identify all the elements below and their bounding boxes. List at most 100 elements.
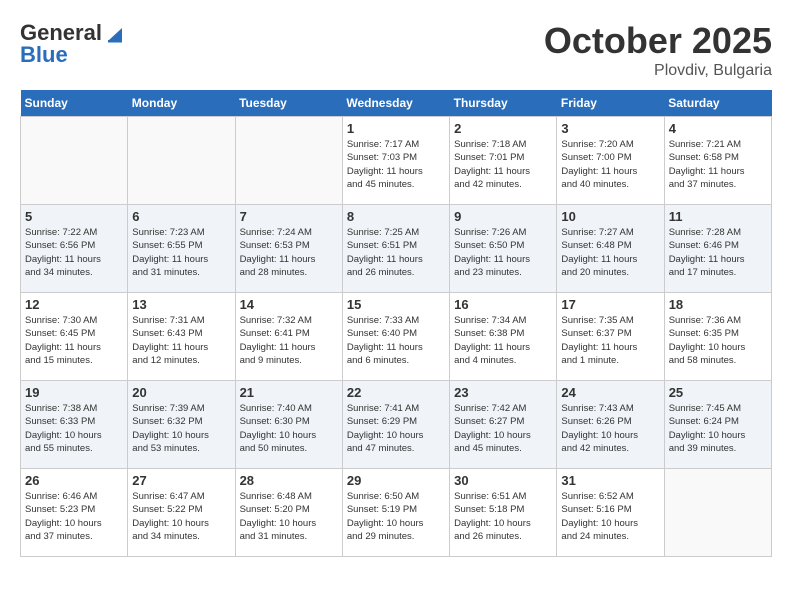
day-info: Sunrise: 7:32 AM Sunset: 6:41 PM Dayligh… [240, 314, 338, 367]
calendar-cell: 17 Sunrise: 7:35 AM Sunset: 6:37 PM Dayli… [557, 293, 664, 381]
day-info: Sunrise: 7:38 AM Sunset: 6:33 PM Dayligh… [25, 402, 123, 455]
day-info: Sunrise: 7:20 AM Sunset: 7:00 PM Dayligh… [561, 138, 659, 191]
day-number: 20 [132, 385, 230, 400]
calendar-cell: 7 Sunrise: 7:24 AM Sunset: 6:53 PM Daylig… [235, 205, 342, 293]
day-info: Sunrise: 7:18 AM Sunset: 7:01 PM Dayligh… [454, 138, 552, 191]
day-number: 6 [132, 209, 230, 224]
day-number: 22 [347, 385, 445, 400]
calendar-cell [21, 117, 128, 205]
calendar-cell: 28 Sunrise: 6:48 AM Sunset: 5:20 PM Dayli… [235, 469, 342, 557]
calendar-week-row: 19 Sunrise: 7:38 AM Sunset: 6:33 PM Dayli… [21, 381, 772, 469]
day-number: 2 [454, 121, 552, 136]
day-info: Sunrise: 7:21 AM Sunset: 6:58 PM Dayligh… [669, 138, 767, 191]
day-info: Sunrise: 7:23 AM Sunset: 6:55 PM Dayligh… [132, 226, 230, 279]
day-info: Sunrise: 7:45 AM Sunset: 6:24 PM Dayligh… [669, 402, 767, 455]
calendar-cell: 12 Sunrise: 7:30 AM Sunset: 6:45 PM Dayli… [21, 293, 128, 381]
day-number: 14 [240, 297, 338, 312]
calendar-cell: 2 Sunrise: 7:18 AM Sunset: 7:01 PM Daylig… [450, 117, 557, 205]
day-number: 9 [454, 209, 552, 224]
calendar-cell: 20 Sunrise: 7:39 AM Sunset: 6:32 PM Dayli… [128, 381, 235, 469]
calendar-cell [235, 117, 342, 205]
title-section: October 2025 Plovdiv, Bulgaria [544, 20, 772, 80]
day-number: 10 [561, 209, 659, 224]
day-number: 26 [25, 473, 123, 488]
weekday-header-monday: Monday [128, 90, 235, 117]
location: Plovdiv, Bulgaria [544, 62, 772, 80]
day-number: 25 [669, 385, 767, 400]
day-number: 8 [347, 209, 445, 224]
calendar-cell: 4 Sunrise: 7:21 AM Sunset: 6:58 PM Daylig… [664, 117, 771, 205]
calendar-week-row: 5Sunrise: 7:22 AM Sunset: 6:56 PM Daylig… [21, 205, 772, 293]
day-info: Sunrise: 7:36 AM Sunset: 6:35 PM Dayligh… [669, 314, 767, 367]
calendar-cell: 15Sunrise: 7:33 AM Sunset: 6:40 PM Dayli… [342, 293, 449, 381]
calendar-cell: 26 Sunrise: 6:46 AM Sunset: 5:23 PM Dayli… [21, 469, 128, 557]
day-info: Sunrise: 7:41 AM Sunset: 6:29 PM Dayligh… [347, 402, 445, 455]
calendar-cell: 9Sunrise: 7:26 AM Sunset: 6:50 PM Daylig… [450, 205, 557, 293]
day-number: 24 [561, 385, 659, 400]
calendar-cell: 25 Sunrise: 7:45 AM Sunset: 6:24 PM Dayli… [664, 381, 771, 469]
day-number: 7 [240, 209, 338, 224]
day-number: 18 [669, 297, 767, 312]
day-number: 23 [454, 385, 552, 400]
calendar-cell: 6 Sunrise: 7:23 AM Sunset: 6:55 PM Daylig… [128, 205, 235, 293]
day-info: Sunrise: 7:17 AM Sunset: 7:03 PM Dayligh… [347, 138, 445, 191]
day-number: 4 [669, 121, 767, 136]
day-info: Sunrise: 7:24 AM Sunset: 6:53 PM Dayligh… [240, 226, 338, 279]
day-number: 16 [454, 297, 552, 312]
weekday-header-wednesday: Wednesday [342, 90, 449, 117]
calendar-cell: 3Sunrise: 7:20 AM Sunset: 7:00 PM Daylig… [557, 117, 664, 205]
day-number: 21 [240, 385, 338, 400]
day-info: Sunrise: 7:25 AM Sunset: 6:51 PM Dayligh… [347, 226, 445, 279]
calendar-week-row: 12 Sunrise: 7:30 AM Sunset: 6:45 PM Dayli… [21, 293, 772, 381]
day-info: Sunrise: 7:31 AM Sunset: 6:43 PM Dayligh… [132, 314, 230, 367]
day-number: 5 [25, 209, 123, 224]
day-number: 15 [347, 297, 445, 312]
calendar-cell: 21 Sunrise: 7:40 AM Sunset: 6:30 PM Dayli… [235, 381, 342, 469]
month-title: October 2025 [544, 20, 772, 62]
day-number: 29 [347, 473, 445, 488]
calendar-cell: 22 Sunrise: 7:41 AM Sunset: 6:29 PM Dayli… [342, 381, 449, 469]
day-number: 12 [25, 297, 123, 312]
weekday-header-sunday: Sunday [21, 90, 128, 117]
calendar-cell: 14 Sunrise: 7:32 AM Sunset: 6:41 PM Dayli… [235, 293, 342, 381]
calendar-cell: 31Sunrise: 6:52 AM Sunset: 5:16 PM Dayli… [557, 469, 664, 557]
calendar-cell [128, 117, 235, 205]
day-info: Sunrise: 6:48 AM Sunset: 5:20 PM Dayligh… [240, 490, 338, 543]
calendar-cell: 10Sunrise: 7:27 AM Sunset: 6:48 PM Dayli… [557, 205, 664, 293]
calendar-cell: 24 Sunrise: 7:43 AM Sunset: 6:26 PM Dayli… [557, 381, 664, 469]
day-number: 17 [561, 297, 659, 312]
calendar-cell: 5Sunrise: 7:22 AM Sunset: 6:56 PM Daylig… [21, 205, 128, 293]
calendar-week-row: 1 Sunrise: 7:17 AM Sunset: 7:03 PM Daylig… [21, 117, 772, 205]
day-info: Sunrise: 7:39 AM Sunset: 6:32 PM Dayligh… [132, 402, 230, 455]
day-info: Sunrise: 6:47 AM Sunset: 5:22 PM Dayligh… [132, 490, 230, 543]
logo-text-blue: Blue [20, 42, 68, 68]
weekday-header-friday: Friday [557, 90, 664, 117]
day-info: Sunrise: 7:28 AM Sunset: 6:46 PM Dayligh… [669, 226, 767, 279]
day-info: Sunrise: 7:42 AM Sunset: 6:27 PM Dayligh… [454, 402, 552, 455]
page-header: General Blue October 2025 Plovdiv, Bulga… [20, 20, 772, 80]
weekday-header-thursday: Thursday [450, 90, 557, 117]
calendar-cell: 16 Sunrise: 7:34 AM Sunset: 6:38 PM Dayli… [450, 293, 557, 381]
day-number: 1 [347, 121, 445, 136]
weekday-header-tuesday: Tuesday [235, 90, 342, 117]
day-number: 28 [240, 473, 338, 488]
day-number: 19 [25, 385, 123, 400]
calendar-cell: 1 Sunrise: 7:17 AM Sunset: 7:03 PM Daylig… [342, 117, 449, 205]
day-info: Sunrise: 6:46 AM Sunset: 5:23 PM Dayligh… [25, 490, 123, 543]
calendar-cell: 13Sunrise: 7:31 AM Sunset: 6:43 PM Dayli… [128, 293, 235, 381]
day-info: Sunrise: 7:40 AM Sunset: 6:30 PM Dayligh… [240, 402, 338, 455]
day-info: Sunrise: 7:43 AM Sunset: 6:26 PM Dayligh… [561, 402, 659, 455]
day-number: 27 [132, 473, 230, 488]
logo-icon [104, 22, 126, 44]
day-info: Sunrise: 7:34 AM Sunset: 6:38 PM Dayligh… [454, 314, 552, 367]
calendar-cell: 30Sunrise: 6:51 AM Sunset: 5:18 PM Dayli… [450, 469, 557, 557]
day-info: Sunrise: 7:30 AM Sunset: 6:45 PM Dayligh… [25, 314, 123, 367]
calendar-week-row: 26 Sunrise: 6:46 AM Sunset: 5:23 PM Dayli… [21, 469, 772, 557]
day-info: Sunrise: 7:35 AM Sunset: 6:37 PM Dayligh… [561, 314, 659, 367]
calendar: SundayMondayTuesdayWednesdayThursdayFrid… [20, 90, 772, 557]
day-number: 30 [454, 473, 552, 488]
calendar-cell: 18 Sunrise: 7:36 AM Sunset: 6:35 PM Dayli… [664, 293, 771, 381]
calendar-cell [664, 469, 771, 557]
calendar-cell: 19 Sunrise: 7:38 AM Sunset: 6:33 PM Dayli… [21, 381, 128, 469]
day-info: Sunrise: 6:52 AM Sunset: 5:16 PM Dayligh… [561, 490, 659, 543]
